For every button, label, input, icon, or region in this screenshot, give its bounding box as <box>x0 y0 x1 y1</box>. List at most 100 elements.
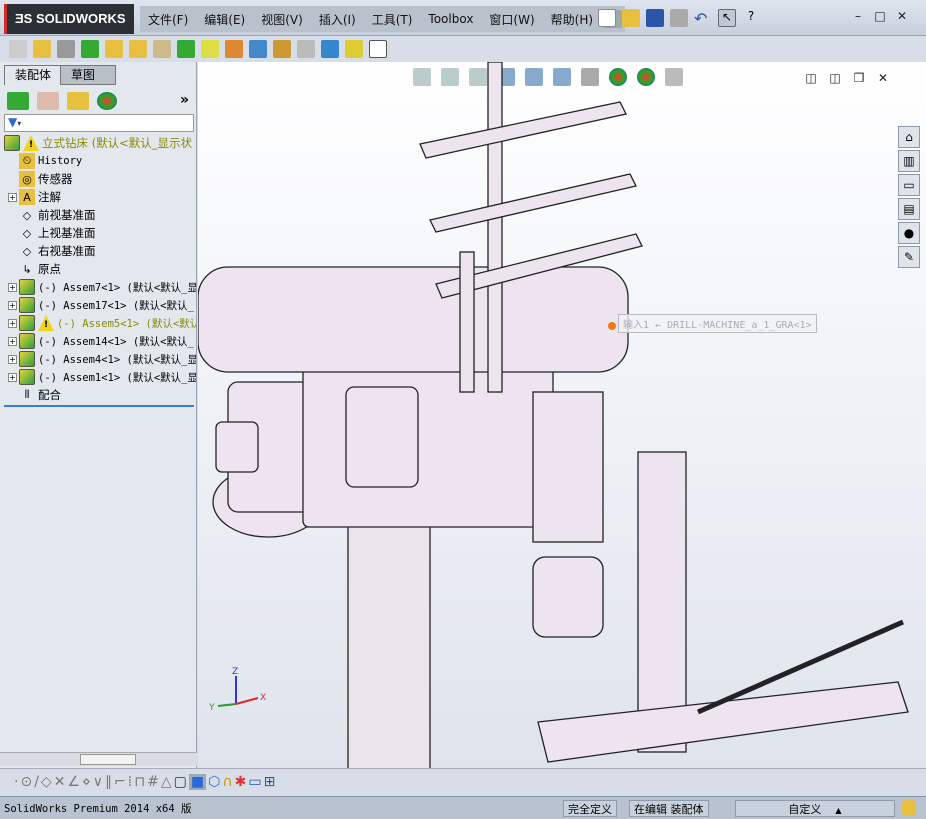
panel-horizontal-scrollbar[interactable] <box>0 752 197 766</box>
interference-icon[interactable] <box>321 40 339 58</box>
reference-geometry-icon[interactable] <box>201 40 219 58</box>
chamfer-icon[interactable]: ∨ <box>93 774 103 790</box>
home-icon[interactable]: ⌂ <box>898 126 920 148</box>
polygon-icon[interactable]: ◇ <box>41 774 52 790</box>
filter-input[interactable]: ▼▾ <box>4 114 194 132</box>
maximize-button[interactable]: □ <box>872 8 888 24</box>
interference-check-icon[interactable]: ✱ <box>235 774 247 790</box>
view-palette-icon[interactable]: ▤ <box>898 198 920 220</box>
scrollbar-thumb[interactable] <box>80 754 136 765</box>
expand-icon[interactable]: + <box>8 318 17 328</box>
tree-item[interactable]: + (-) Assem1<1> (默认<默认_显 <box>8 368 196 386</box>
bill-of-materials-icon[interactable] <box>249 40 267 58</box>
minimize-button[interactable]: – <box>850 8 866 24</box>
snapshot-icon[interactable] <box>369 40 387 58</box>
solidworks-logo[interactable]: ƎS SOLIDWORKS <box>4 4 134 34</box>
explode-line-icon[interactable] <box>297 40 315 58</box>
expand-icon[interactable]: + <box>8 282 17 292</box>
close-button[interactable]: ✕ <box>894 8 910 24</box>
assembly-features-icon[interactable] <box>177 40 195 58</box>
display-mode-icon[interactable]: ⬡ <box>208 774 220 790</box>
display-manager-icon[interactable] <box>97 92 117 110</box>
units-selector[interactable]: 自定义 ▲ <box>735 800 895 817</box>
undo-icon[interactable]: ↶ <box>694 9 712 28</box>
tooltip-tag-icon[interactable] <box>902 800 916 816</box>
tree-item[interactable]: ⫴ 配合 <box>8 386 196 404</box>
menu-help[interactable]: 帮助(H) <box>543 11 601 28</box>
menu-insert[interactable]: 插入(I) <box>311 11 364 28</box>
assembly-icon <box>19 351 35 367</box>
tree-item[interactable]: ⏲ History <box>8 152 196 170</box>
expand-icon[interactable]: + <box>8 192 17 202</box>
graphics-area[interactable]: ◫ ◫ ❐ ✕ 输入1 ← DRILL-MACHINE_a_1_GRA<1> Z… <box>198 62 926 768</box>
tree-item[interactable]: + (-) Assem17<1> (默认<默认_ <box>8 296 196 314</box>
circle-icon[interactable]: ⊙ <box>20 774 32 790</box>
insert-component-icon[interactable] <box>9 40 27 58</box>
menu-tools[interactable]: 工具(T) <box>364 11 421 28</box>
mirror-icon[interactable]: ⋄ <box>82 774 91 790</box>
parallel-icon[interactable]: ∥ <box>105 774 112 790</box>
tree-root[interactable]: ! 立式钻床 (默认<默认_显示状 <box>4 134 196 152</box>
grid-icon[interactable]: # <box>147 774 159 790</box>
select-icon[interactable]: ↖ <box>718 9 736 27</box>
line-icon[interactable]: / <box>34 774 39 790</box>
new-motion-study-icon[interactable] <box>225 40 243 58</box>
expand-icon[interactable]: + <box>8 336 17 346</box>
expand-icon[interactable]: + <box>8 300 17 310</box>
tab-sketch[interactable]: 草图 <box>60 65 116 85</box>
menu-edit[interactable]: 编辑(E) <box>196 11 253 28</box>
expand-icon[interactable]: + <box>8 372 17 382</box>
clearance-icon[interactable] <box>345 40 363 58</box>
design-library-icon[interactable]: ▥ <box>898 150 920 172</box>
menu-file[interactable]: 文件(F) <box>140 11 196 28</box>
exploded-view-icon[interactable] <box>273 40 291 58</box>
angle-icon[interactable]: ∠ <box>67 774 80 790</box>
tree-item[interactable]: + A 注解 <box>8 188 196 206</box>
linear-pattern-icon[interactable] <box>81 40 99 58</box>
tree-item[interactable]: ◇ 前视基准面 <box>8 206 196 224</box>
mate-icon[interactable] <box>57 40 75 58</box>
four-view-icon[interactable]: ⊞ <box>264 774 276 790</box>
menu-toolbox[interactable]: Toolbox <box>420 12 481 26</box>
menu-window[interactable]: 窗口(W) <box>481 11 542 28</box>
tree-item[interactable]: + (-) Assem14<1> (默认<默认_ <box>8 332 196 350</box>
file-explorer-icon[interactable]: ▭ <box>898 174 920 196</box>
property-manager-icon[interactable] <box>37 92 59 110</box>
tree-item[interactable]: ↳ 原点 <box>8 260 196 278</box>
tree-item[interactable]: ◇ 上视基准面 <box>8 224 196 242</box>
show-hidden-icon[interactable] <box>153 40 171 58</box>
appearances-icon[interactable]: ● <box>898 222 920 244</box>
custom-properties-icon[interactable]: ✎ <box>898 246 920 268</box>
tree-item[interactable]: +! (-) Assem5<1> (默认<默认 <box>8 314 196 332</box>
perpendicular-icon[interactable]: ⌐ <box>114 774 126 790</box>
tree-item[interactable]: + (-) Assem7<1> (默认<默认_显 <box>8 278 196 296</box>
drill-press-model[interactable] <box>198 62 926 768</box>
point-icon[interactable]: · <box>14 774 18 790</box>
triangle-icon[interactable]: △ <box>161 774 172 790</box>
tree-item[interactable]: ◎ 传感器 <box>8 170 196 188</box>
trim-icon[interactable]: ✕ <box>54 774 66 790</box>
tree-item[interactable]: + (-) Assem4<1> (默认<默认_显 <box>8 350 196 368</box>
save-icon[interactable] <box>646 9 664 27</box>
magnet-icon[interactable]: ∩ <box>222 774 232 790</box>
feature-manager-icon[interactable] <box>7 92 29 110</box>
new-document-icon[interactable] <box>598 9 616 27</box>
tree-item[interactable]: ◇ 右视基准面 <box>8 242 196 260</box>
single-view-icon[interactable]: ▭ <box>248 774 261 790</box>
shaded-icon[interactable]: ■ <box>188 774 207 790</box>
expand-icon[interactable]: + <box>8 354 17 364</box>
tab-assembly[interactable]: 装配体 <box>4 65 63 85</box>
new-part-icon[interactable] <box>33 40 51 58</box>
smart-fasteners-icon[interactable] <box>105 40 123 58</box>
dimension-icon[interactable]: ⊓ <box>134 774 145 790</box>
expand-panel-button[interactable]: » <box>180 92 189 108</box>
configuration-manager-icon[interactable] <box>67 92 89 110</box>
rectangle-icon[interactable]: ⁞ <box>128 774 132 790</box>
help-icon[interactable]: ? <box>742 9 760 27</box>
open-icon[interactable] <box>622 9 640 27</box>
wireframe-icon[interactable]: ▢ <box>174 774 187 790</box>
rollback-bar[interactable] <box>4 405 194 407</box>
menu-view[interactable]: 视图(V) <box>253 11 311 28</box>
print-icon[interactable] <box>670 9 688 27</box>
move-component-icon[interactable] <box>129 40 147 58</box>
